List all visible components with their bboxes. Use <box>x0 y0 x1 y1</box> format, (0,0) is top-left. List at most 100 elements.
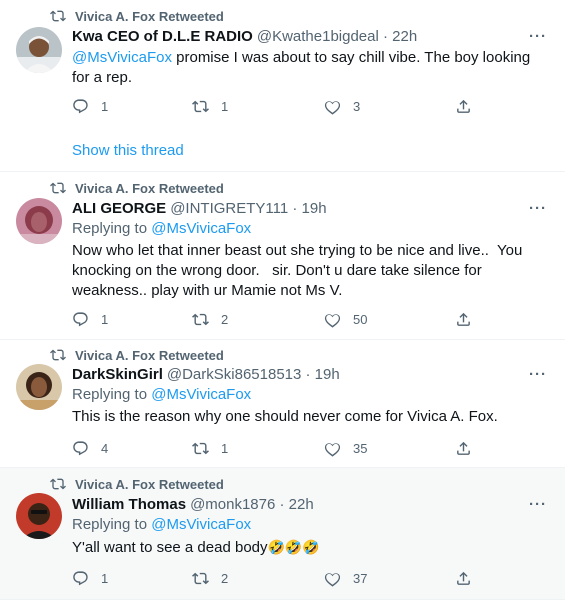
tweet-text: Now who let that inner beast out she try… <box>72 242 527 299</box>
more-icon[interactable]: ··· <box>529 366 547 383</box>
reply-icon <box>73 440 88 455</box>
heart-icon <box>324 442 341 457</box>
replying-to: Replying to @MsVivicaFox <box>72 220 251 237</box>
retweet-icon <box>192 100 209 112</box>
retweet-count: 1 <box>221 440 229 456</box>
share-icon <box>457 571 470 585</box>
handle-and-time[interactable]: @Kwathe1bigdeal · 22h <box>257 28 417 45</box>
replying-to-handle[interactable]: @MsVivicaFox <box>151 386 251 403</box>
share-button[interactable] <box>455 438 484 458</box>
display-name[interactable]: William Thomas <box>72 496 186 513</box>
handle-and-time[interactable]: @DarkSki86518513 · 19h <box>167 366 340 383</box>
retweeted-label: Vivica A. Fox Retweeted <box>75 180 224 196</box>
retweeted-label: Vivica A. Fox Retweeted <box>75 347 224 363</box>
tweet-header: DarkSkinGirl @DarkSki86518513 · 19h <box>72 364 340 384</box>
reply-button[interactable]: 1 <box>72 96 108 116</box>
display-name[interactable]: Kwa CEO of D.L.E RADIO <box>72 28 253 45</box>
retweeted-label: Vivica A. Fox Retweeted <box>75 8 224 24</box>
replying-to-handle[interactable]: @MsVivicaFox <box>151 220 251 237</box>
reply-button[interactable]: 1 <box>72 309 108 329</box>
reply-button[interactable]: 4 <box>72 438 108 458</box>
heart-icon <box>324 100 341 115</box>
reply-count: 1 <box>101 570 109 586</box>
like-count: 3 <box>353 98 361 114</box>
retweet-icon <box>50 10 66 22</box>
like-count: 35 <box>353 440 368 456</box>
mention-link[interactable]: @MsVivicaFox <box>72 49 172 66</box>
share-icon <box>457 312 470 326</box>
handle-and-time[interactable]: @monk1876 · 22h <box>190 496 314 513</box>
tweet-header: William Thomas @monk1876 · 22h <box>72 494 314 514</box>
more-icon[interactable]: ··· <box>529 200 547 217</box>
retweet-icon <box>192 572 209 584</box>
replying-to-label: Replying to <box>72 386 152 403</box>
replying-to: Replying to @MsVivicaFox <box>72 386 251 403</box>
handle-and-time[interactable]: @INTIGRETY111 · 19h <box>170 200 326 217</box>
avatar[interactable] <box>16 198 62 244</box>
tweet-text: Y'all want to see a dead body🤣🤣🤣 <box>72 537 547 558</box>
action-bar: 4 1 35 <box>72 438 492 458</box>
display-name[interactable]: DarkSkinGirl <box>72 366 163 383</box>
retweeted-label: Vivica A. Fox Retweeted <box>75 476 224 492</box>
more-icon[interactable]: ··· <box>529 28 547 45</box>
avatar[interactable] <box>16 364 62 410</box>
share-button[interactable] <box>455 568 484 588</box>
avatar[interactable] <box>16 493 62 539</box>
retweet-button[interactable]: 2 <box>192 568 228 588</box>
like-button[interactable]: 50 <box>324 309 367 329</box>
retweet-icon <box>50 349 66 361</box>
like-count: 50 <box>353 311 368 327</box>
laughing-emoji-icon: 🤣🤣🤣 <box>267 539 320 555</box>
avatar[interactable] <box>16 27 62 73</box>
retweeted-by: Vivica A. Fox Retweeted <box>50 347 224 363</box>
reply-icon <box>73 570 88 585</box>
heart-icon <box>324 572 341 587</box>
like-button[interactable]: 35 <box>324 438 367 458</box>
heart-icon <box>324 313 341 328</box>
tweet-text: This is the reason why one should never … <box>72 408 498 425</box>
tweet-header: Kwa CEO of D.L.E RADIO @Kwathe1bigdeal ·… <box>72 26 417 46</box>
retweet-button[interactable]: 2 <box>192 309 228 329</box>
reply-count: 4 <box>101 440 109 456</box>
replying-to-label: Replying to <box>72 220 152 237</box>
share-button[interactable] <box>455 96 484 116</box>
show-thread-link[interactable]: Show this thread <box>72 142 184 159</box>
replying-to-handle[interactable]: @MsVivicaFox <box>151 516 251 533</box>
retweet-button[interactable]: 1 <box>192 438 228 458</box>
share-icon <box>457 441 470 455</box>
timeline-feed: Vivica A. Fox Retweeted Kwa CEO of D.L.E… <box>0 0 565 600</box>
reply-icon <box>73 311 88 326</box>
action-bar: 1 1 3 <box>72 96 492 116</box>
retweet-icon <box>192 313 209 325</box>
retweet-button[interactable]: 1 <box>192 96 228 116</box>
tweet-text-content: Y'all want to see a dead body <box>72 539 268 556</box>
reply-icon <box>73 98 88 113</box>
replying-to: Replying to @MsVivicaFox <box>72 516 251 533</box>
retweet-icon <box>50 182 66 194</box>
display-name[interactable]: ALI GEORGE <box>72 200 166 217</box>
retweet-count: 2 <box>221 570 229 586</box>
retweet-count: 1 <box>221 98 229 114</box>
tweet[interactable]: Vivica A. Fox Retweeted DarkSkinGirl @Da… <box>0 340 565 468</box>
retweeted-by: Vivica A. Fox Retweeted <box>50 8 224 24</box>
like-button[interactable]: 3 <box>324 96 360 116</box>
retweet-count: 2 <box>221 311 229 327</box>
tweet[interactable]: Vivica A. Fox Retweeted Kwa CEO of D.L.E… <box>0 0 565 172</box>
like-count: 37 <box>353 570 368 586</box>
share-button[interactable] <box>455 309 484 329</box>
reply-button[interactable]: 1 <box>72 568 108 588</box>
tweet[interactable]: Vivica A. Fox Retweeted ALI GEORGE @INTI… <box>0 172 565 340</box>
like-button[interactable]: 37 <box>324 568 367 588</box>
tweet[interactable]: Vivica A. Fox Retweeted William Thomas @… <box>0 468 565 600</box>
action-bar: 1 2 50 <box>72 309 492 329</box>
retweet-icon <box>192 442 209 454</box>
replying-to-label: Replying to <box>72 516 152 533</box>
retweet-icon <box>50 478 66 490</box>
retweeted-by: Vivica A. Fox Retweeted <box>50 476 224 492</box>
tweet-header: ALI GEORGE @INTIGRETY111 · 19h <box>72 198 327 218</box>
more-icon[interactable]: ··· <box>529 496 547 513</box>
action-bar: 1 2 37 <box>72 568 492 588</box>
tweet-text: @MsVivicaFox promise I was about to say … <box>72 48 547 88</box>
retweeted-by: Vivica A. Fox Retweeted <box>50 180 224 196</box>
reply-count: 1 <box>101 311 109 327</box>
